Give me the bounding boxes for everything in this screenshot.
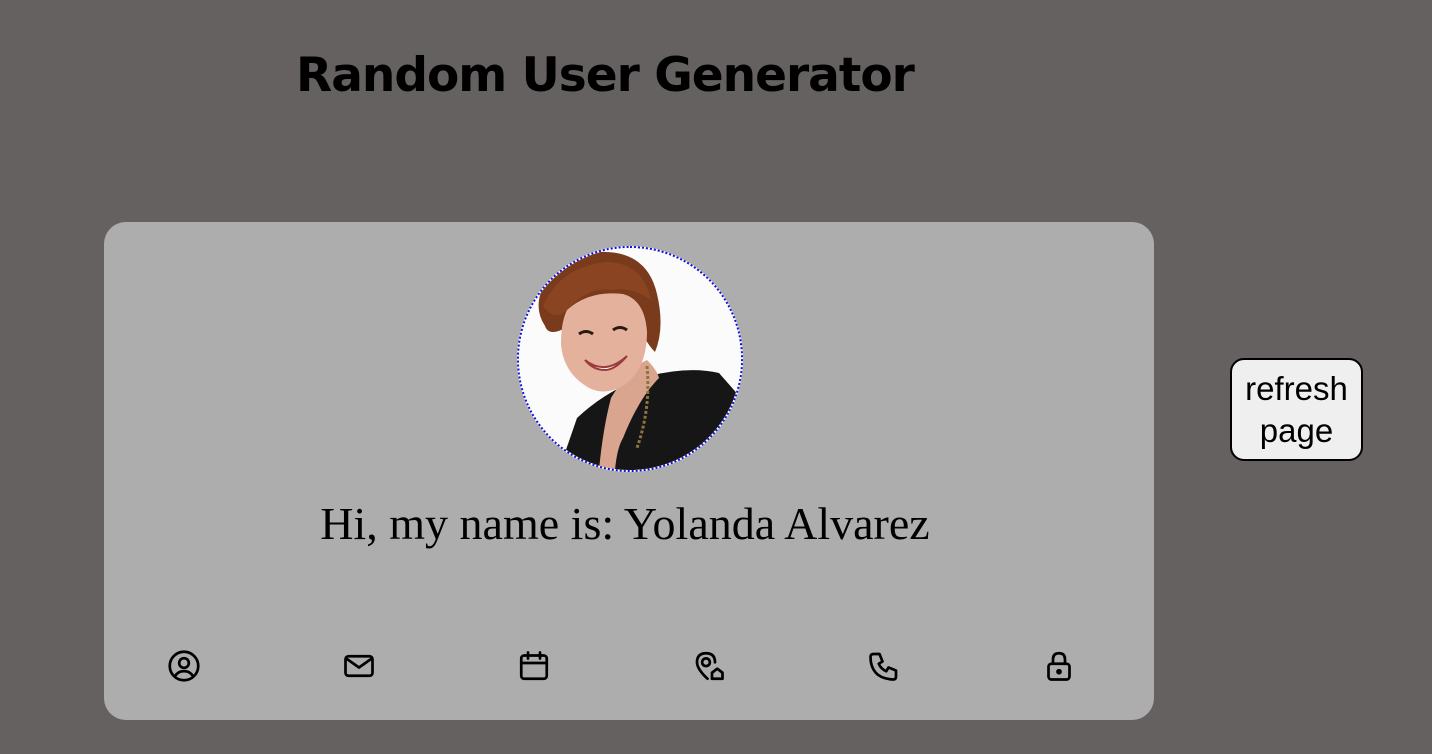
lock-icon[interactable] [1037,644,1081,688]
refresh-page-button[interactable]: refresh page [1230,358,1363,461]
location-icon[interactable] [687,644,731,688]
user-greeting: Hi, my name is: Yolanda Alvarez [320,498,930,549]
calendar-icon[interactable] [512,644,556,688]
phone-icon[interactable] [862,644,906,688]
avatar-photo [519,248,741,470]
info-icon-bar [104,644,1154,688]
user-icon[interactable] [162,644,206,688]
page-title: Random User Generator [296,48,915,103]
mail-icon[interactable] [337,644,381,688]
user-card: Hi, my name is: Yolanda Alvarez [104,222,1154,720]
avatar [517,246,743,472]
